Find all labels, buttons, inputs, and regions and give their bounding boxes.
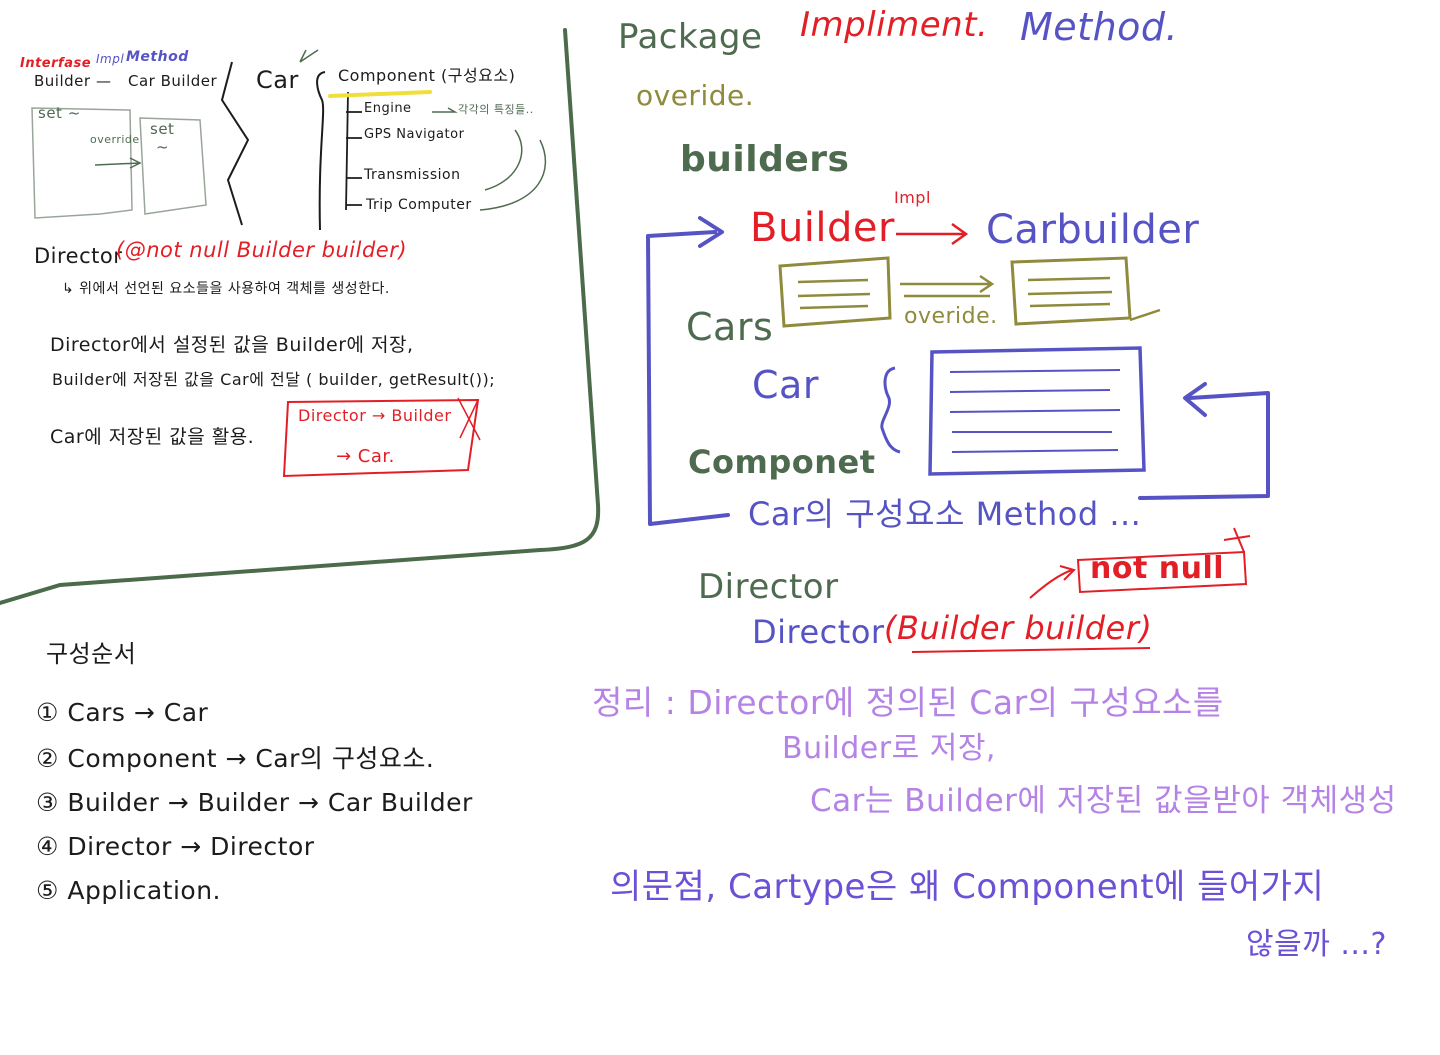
- override-text: override: [90, 133, 140, 146]
- car-arrow: [299, 49, 319, 63]
- title-package: Package: [618, 17, 763, 57]
- note-2: Builder에 저장된 값을 Car에 전달 ( builder, getRe…: [52, 370, 496, 389]
- component-box-lines: [949, 369, 1121, 453]
- set-right: set: [150, 120, 175, 138]
- cars-heading: Cars: [686, 305, 774, 349]
- override-mid: overide.: [904, 304, 998, 329]
- part-transmission: Transmission: [364, 167, 461, 183]
- title-impl: Impliment.: [800, 5, 989, 45]
- car-methods: Car의 구성요소 Method ...: [748, 495, 1142, 533]
- part-engine: Engine: [364, 101, 412, 116]
- note-1: Director에서 설정된 값을 Builder에 저장,: [50, 334, 414, 356]
- parts-arrows: [479, 129, 547, 211]
- flow-line-1: Director → Builder: [298, 406, 452, 425]
- order-item-4: ④ Director → Director: [36, 832, 315, 861]
- builder-text: Builder: [34, 72, 91, 90]
- director-call-args: (Builder builder): [884, 609, 1153, 647]
- set-box-left: [31, 107, 133, 219]
- whiteboard: Interfase Impl Method Builder — Car Buil…: [0, 0, 1440, 1055]
- order-item-3: ③ Builder → Builder → Car Builder: [36, 788, 473, 817]
- builder-box-lines: [797, 278, 871, 310]
- not-null-text: not null: [1090, 551, 1225, 586]
- set-right-wave: ~: [156, 138, 170, 156]
- dash-text: —: [96, 72, 112, 90]
- order-item-5: ⑤ Application.: [36, 876, 221, 905]
- set-left: set ~: [38, 104, 81, 122]
- director-pkg: Director: [698, 567, 839, 607]
- part-gps: GPS Navigator: [364, 127, 465, 142]
- question-line-1: 의문점, Cartype은 왜 Component에 들어가지: [610, 867, 1325, 907]
- method-label: Method: [126, 49, 189, 65]
- interface-label: Interfase: [20, 56, 92, 71]
- car-heading: Car: [752, 363, 819, 407]
- override-mid-arrow: [900, 274, 995, 298]
- impl-arrow: [896, 222, 969, 246]
- not-null-star: [1223, 527, 1251, 553]
- engine-arrow: [432, 107, 458, 113]
- override-top: overide.: [636, 79, 755, 112]
- summary-line-1: 정리 : Director에 정의된 Car의 구성요소를: [592, 683, 1224, 722]
- engine-note: 각각의 특징들..: [458, 103, 534, 116]
- director-params: (@not null Builder builder): [116, 238, 408, 262]
- title-method: Method.: [1020, 5, 1179, 49]
- car-component-brace: [880, 366, 901, 454]
- carbuilder-heading: Carbuilder: [986, 207, 1200, 253]
- director-call-prefix: Director: [752, 613, 885, 651]
- flow-line-2: → Car.: [336, 446, 395, 467]
- director-note: ↳ 위에서 선언된 요소들을 사용하여 객체를 생성한다.: [62, 281, 390, 297]
- component-highlight: [328, 90, 432, 98]
- impl-small: Impl: [894, 188, 931, 207]
- override-arrow: [94, 157, 142, 169]
- impl-label: Impl: [96, 52, 125, 66]
- builder-heading: Builder: [750, 205, 895, 251]
- builders-text: builders: [680, 139, 850, 180]
- car-brace: [316, 71, 326, 231]
- question-line-2: 않을까 ...?: [1246, 927, 1387, 962]
- carbuilder-box-lines: [1027, 276, 1161, 322]
- component-text: Component (구성요소): [338, 66, 516, 85]
- not-null-arrow: [1029, 565, 1076, 599]
- component-tree: [345, 91, 362, 211]
- note-3: Car에 저장된 값을 활용.: [50, 426, 255, 448]
- carbuilder-box: [1010, 256, 1132, 326]
- summary-line-2: Builder로 저장,: [782, 731, 996, 766]
- summary-line-3: Car는 Builder에 저장된 값을받아 객체생성: [810, 783, 1397, 819]
- car-text: Car: [256, 66, 299, 94]
- order-title: 구성순서: [46, 640, 137, 668]
- order-item-1: ① Cars → Car: [36, 698, 209, 727]
- director-prefix: Director: [34, 244, 123, 268]
- flow-star: [457, 397, 481, 441]
- builder-box: [778, 256, 892, 328]
- builder-underline: [911, 647, 1151, 653]
- car-builder-text: Car Builder: [128, 72, 218, 90]
- part-trip-computer: Trip Computer: [366, 197, 472, 213]
- order-item-2: ② Component → Car의 구성요소.: [36, 744, 435, 773]
- loop-arrow-right: [1138, 382, 1270, 500]
- componet-heading: Componet: [688, 443, 876, 481]
- zigzag-brace: [220, 61, 250, 226]
